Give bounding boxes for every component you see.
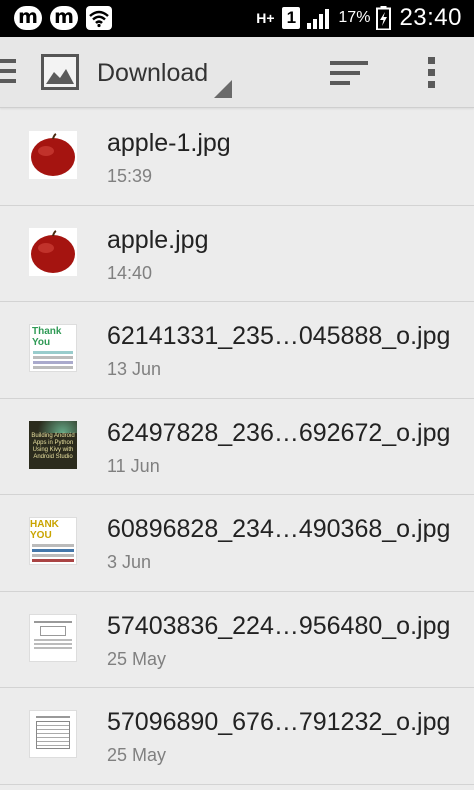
file-date: 3 Jun [107,552,152,572]
file-name: 57403836_224…956480_o.jpg [107,611,451,640]
battery-charging-icon [376,6,392,31]
apple-thumbnail [29,131,77,179]
file-date: 13 Jun [107,359,162,379]
action-bar: Download [0,37,474,108]
file-row[interactable]: apple.jpg 14:40 [0,206,474,302]
sort-icon[interactable] [330,61,368,87]
file-date: 14:40 [107,262,153,283]
apple-thumbnail [29,227,77,276]
image-folder-icon [41,54,79,90]
folder-title[interactable]: Download [97,59,208,88]
thank-you-thumbnail: HANK YOU [29,517,77,565]
wifi-hotspot-icon [86,6,112,30]
book-cover-thumbnail: Building Android Apps in Python Using Ki… [29,420,77,469]
file-date: 25 May [107,648,167,669]
file-row[interactable]: Thank You 62141331_235…045888_o.jpg 13 J… [0,302,474,399]
file-row[interactable]: 57096890_676…791232_o.jpg 25 May [0,688,474,785]
status-bar: m m H+ 1 17% 23:40 [0,0,474,37]
file-name: apple-1.jpg [107,129,231,157]
network-type-label: H+ [256,9,275,26]
file-date: 25 May [107,745,167,765]
notification-m-icon: m [14,6,42,30]
battery-percent: 17% [338,9,371,26]
file-date: 11 Jun [107,455,160,476]
file-name: 62497828_236…692672_o.jpg [107,418,451,447]
file-date: 15:39 [107,166,153,186]
folder-dropdown-indicator[interactable] [214,80,232,98]
file-name: 57096890_676…791232_o.jpg [107,708,451,736]
signal-strength-icon [306,7,332,29]
notification-m-icon-2: m [50,6,78,30]
thank-you-thumbnail: Thank You [29,324,77,372]
sim-slot-badge: 1 [282,7,301,29]
navigation-drawer-icon[interactable] [0,59,16,89]
file-row[interactable]: 57403836_224…956480_o.jpg 25 May [0,592,474,688]
status-clock: 23:40 [399,4,462,31]
table-document-thumbnail [29,710,77,758]
file-name: 60896828_234…490368_o.jpg [107,515,451,543]
file-name: apple.jpg [107,225,209,254]
overflow-menu-icon[interactable] [428,57,436,93]
file-row[interactable]: apple-1.jpg 15:39 [0,109,474,206]
file-name: 62141331_235…045888_o.jpg [107,322,451,350]
file-row[interactable]: Building Android Apps in Python Using Ki… [0,399,474,495]
file-row[interactable]: HANK YOU 60896828_234…490368_o.jpg 3 Jun [0,495,474,592]
file-list: apple-1.jpg 15:39 apple.jpg 14:40 Thank … [0,109,474,785]
document-thumbnail [29,613,77,662]
